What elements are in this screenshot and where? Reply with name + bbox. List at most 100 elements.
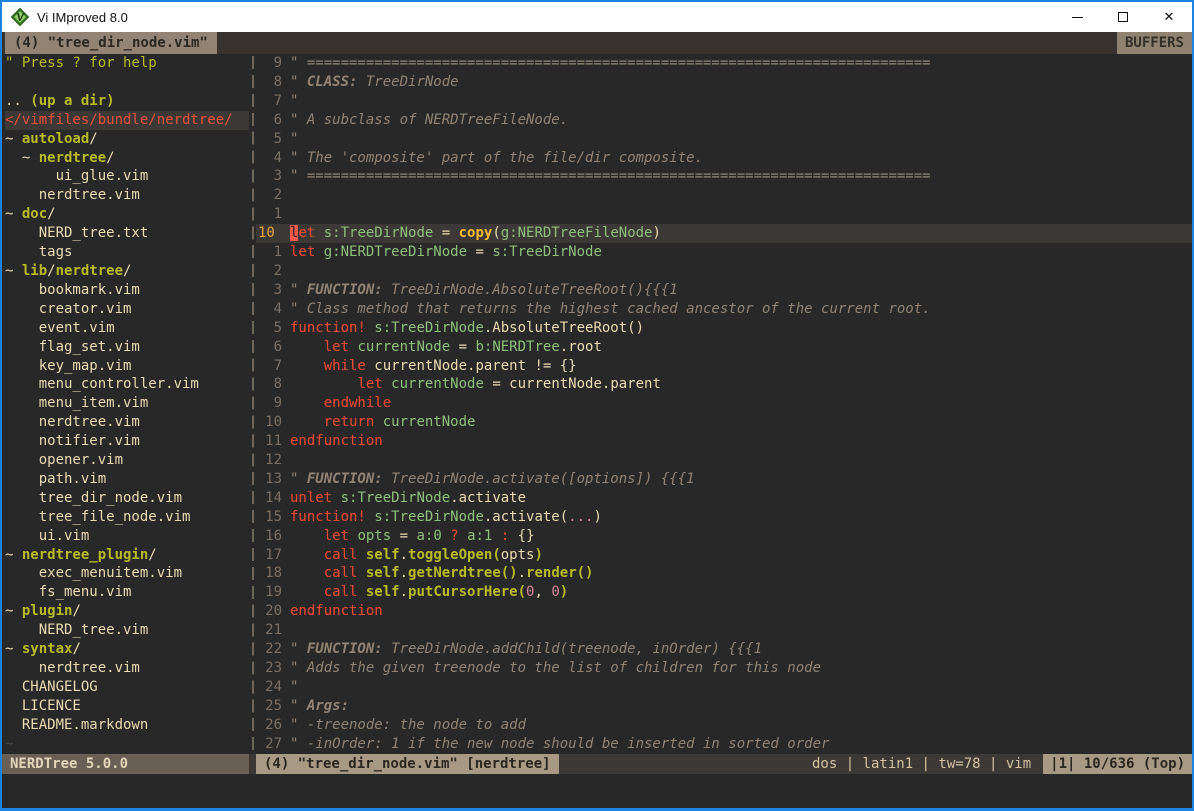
tree-item[interactable]: menu_controller.vim bbox=[5, 375, 249, 394]
tree-item[interactable]: ~ lib/nerdtree/ bbox=[5, 262, 249, 281]
code-line[interactable]: 7 while currentNode.parent != {} bbox=[256, 357, 1192, 376]
tree-item[interactable] bbox=[5, 73, 249, 92]
code-line[interactable]: 21 bbox=[256, 621, 1192, 640]
tree-item[interactable]: tree_file_node.vim bbox=[5, 508, 249, 527]
tree-item[interactable]: ~ doc/ bbox=[5, 205, 249, 224]
code-line[interactable]: 15function! s:TreeDirNode.activate(...) bbox=[256, 508, 1192, 527]
tab-tree-dir-node[interactable]: (4) "tree_dir_node.vim" bbox=[5, 32, 217, 54]
minimize-button[interactable] bbox=[1054, 2, 1100, 32]
code-line-text: let s:TreeDirNode = copy(g:NERDTreeFileN… bbox=[290, 224, 661, 243]
tree-item[interactable]: ~ nerdtree/ bbox=[5, 149, 249, 168]
code-line-text: " CLASS: TreeDirNode bbox=[290, 73, 459, 92]
window-separator[interactable] bbox=[249, 54, 256, 754]
code-line[interactable]: 3" =====================================… bbox=[256, 167, 1192, 186]
code-line[interactable]: 23" Adds the given treenode to the list … bbox=[256, 659, 1192, 678]
code-line[interactable]: 24" bbox=[256, 678, 1192, 697]
maximize-button[interactable] bbox=[1100, 2, 1146, 32]
tree-item[interactable]: NERD_tree.txt bbox=[5, 224, 249, 243]
code-line[interactable]: 1let g:NERDTreeDirNode = s:TreeDirNode bbox=[256, 243, 1192, 262]
tree-item-text: " Press ? for help bbox=[5, 54, 157, 73]
status-line: NERDTree 5.0.0 (4) "tree_dir_node.vim" [… bbox=[2, 754, 1192, 774]
code-line[interactable]: 13" FUNCTION: TreeDirNode.activate([opti… bbox=[256, 470, 1192, 489]
tree-item[interactable]: event.vim bbox=[5, 319, 249, 338]
tree-item[interactable]: path.vim bbox=[5, 470, 249, 489]
tree-item[interactable]: flag_set.vim bbox=[5, 338, 249, 357]
code-line-text: " ======================================… bbox=[290, 54, 931, 73]
tree-item[interactable]: </vimfiles/bundle/nerdtree/ bbox=[5, 111, 249, 130]
code-line[interactable]: 4" The 'composite' part of the file/dir … bbox=[256, 149, 1192, 168]
line-number: 7 bbox=[256, 357, 290, 376]
tree-item[interactable]: creator.vim bbox=[5, 300, 249, 319]
code-line[interactable]: 6" A subclass of NERDTreeFileNode. bbox=[256, 111, 1192, 130]
command-line[interactable] bbox=[2, 774, 1192, 808]
tree-item[interactable]: notifier.vim bbox=[5, 432, 249, 451]
buffers-tab[interactable]: BUFFERS bbox=[1117, 32, 1192, 54]
editor-pane: 9" =====================================… bbox=[256, 54, 1192, 754]
code-line-text: unlet s:TreeDirNode.activate bbox=[290, 489, 526, 508]
tree-item[interactable]: exec_menuitem.vim bbox=[5, 564, 249, 583]
tree-item[interactable]: .. (up a dir) bbox=[5, 92, 249, 111]
tree-item-text: menu_item.vim bbox=[5, 394, 148, 413]
code-line[interactable]: 9 endwhile bbox=[256, 394, 1192, 413]
tree-item[interactable]: NERD_tree.vim bbox=[5, 621, 249, 640]
code-line[interactable]: 2 bbox=[256, 186, 1192, 205]
code-line[interactable]: 2 bbox=[256, 262, 1192, 281]
code-line[interactable]: 3" FUNCTION: TreeDirNode.AbsoluteTreeRoo… bbox=[256, 281, 1192, 300]
tree-item[interactable]: LICENCE bbox=[5, 697, 249, 716]
code-line[interactable]: 20endfunction bbox=[256, 602, 1192, 621]
code-line[interactable]: 19 call self.putCursorHere(0, 0) bbox=[256, 583, 1192, 602]
code-line[interactable]: 8" CLASS: TreeDirNode bbox=[256, 73, 1192, 92]
tree-item[interactable]: ~ plugin/ bbox=[5, 602, 249, 621]
tree-item-text: tree_file_node.vim bbox=[5, 508, 190, 527]
code-line[interactable]: 11endfunction bbox=[256, 432, 1192, 451]
tree-item[interactable]: " Press ? for help bbox=[5, 54, 249, 73]
code-line[interactable]: 22" FUNCTION: TreeDirNode.addChild(treen… bbox=[256, 640, 1192, 659]
tree-item-text: .. (up a dir) bbox=[5, 92, 115, 111]
code-line[interactable]: 14unlet s:TreeDirNode.activate bbox=[256, 489, 1192, 508]
code-line[interactable]: 6 let currentNode = b:NERDTree.root bbox=[256, 338, 1192, 357]
tree-item[interactable]: nerdtree.vim bbox=[5, 413, 249, 432]
tree-item[interactable]: fs_menu.vim bbox=[5, 583, 249, 602]
tree-item[interactable]: opener.vim bbox=[5, 451, 249, 470]
tree-item-text: CHANGELOG bbox=[5, 678, 98, 697]
code-line-text: " bbox=[290, 130, 307, 149]
code-line[interactable]: 4" Class method that returns the highest… bbox=[256, 300, 1192, 319]
tree-item[interactable]: nerdtree.vim bbox=[5, 659, 249, 678]
statusline-flags: dos | latin1 | tw=78 | vim bbox=[812, 754, 1043, 774]
tree-item-text: opener.vim bbox=[5, 451, 123, 470]
tree-item[interactable]: CHANGELOG bbox=[5, 678, 249, 697]
code-line[interactable]: 25" Args: bbox=[256, 697, 1192, 716]
code-line-text: " bbox=[290, 678, 298, 697]
tree-item[interactable]: bookmark.vim bbox=[5, 281, 249, 300]
code-line[interactable]: 5" bbox=[256, 130, 1192, 149]
code-line[interactable]: 12 bbox=[256, 451, 1192, 470]
tree-item[interactable]: tags bbox=[5, 243, 249, 262]
tree-item[interactable]: ~ autoload/ bbox=[5, 130, 249, 149]
tree-item[interactable]: tree_dir_node.vim bbox=[5, 489, 249, 508]
code-line[interactable]: 16 let opts = a:0 ? a:1 : {} bbox=[256, 527, 1192, 546]
tree-item[interactable]: ~ nerdtree_plugin/ bbox=[5, 546, 249, 565]
tree-item[interactable]: README.markdown bbox=[5, 716, 249, 735]
tree-item[interactable]: nerdtree.vim bbox=[5, 186, 249, 205]
code-line-text: " Args: bbox=[290, 697, 349, 716]
code-line[interactable]: 1 bbox=[256, 205, 1192, 224]
code-line[interactable]: 10let s:TreeDirNode = copy(g:NERDTreeFil… bbox=[256, 224, 1192, 243]
code-line[interactable]: 9" =====================================… bbox=[256, 54, 1192, 73]
tree-item-text: ~ bbox=[5, 735, 13, 754]
tree-item[interactable]: ui_glue.vim bbox=[5, 167, 249, 186]
code-line[interactable]: 5function! s:TreeDirNode.AbsoluteTreeRoo… bbox=[256, 319, 1192, 338]
close-button[interactable]: ✕ bbox=[1146, 2, 1192, 32]
code-line[interactable]: 18 call self.getNerdtree().render() bbox=[256, 564, 1192, 583]
tree-item[interactable]: ~ syntax/ bbox=[5, 640, 249, 659]
code-line[interactable]: 27" -inOrder: 1 if the new node should b… bbox=[256, 735, 1192, 754]
code-line[interactable]: 17 call self.toggleOpen(opts) bbox=[256, 546, 1192, 565]
code-line[interactable]: 8 let currentNode = currentNode.parent bbox=[256, 375, 1192, 394]
tree-item[interactable]: key_map.vim bbox=[5, 357, 249, 376]
tree-item[interactable]: ui.vim bbox=[5, 527, 249, 546]
tree-item[interactable]: ~ bbox=[5, 735, 249, 754]
code-line-text: " Adds the given treenode to the list of… bbox=[290, 659, 821, 678]
code-line[interactable]: 10 return currentNode bbox=[256, 413, 1192, 432]
tree-item[interactable]: menu_item.vim bbox=[5, 394, 249, 413]
code-line[interactable]: 7" bbox=[256, 92, 1192, 111]
code-line[interactable]: 26" -treenode: the node to add bbox=[256, 716, 1192, 735]
